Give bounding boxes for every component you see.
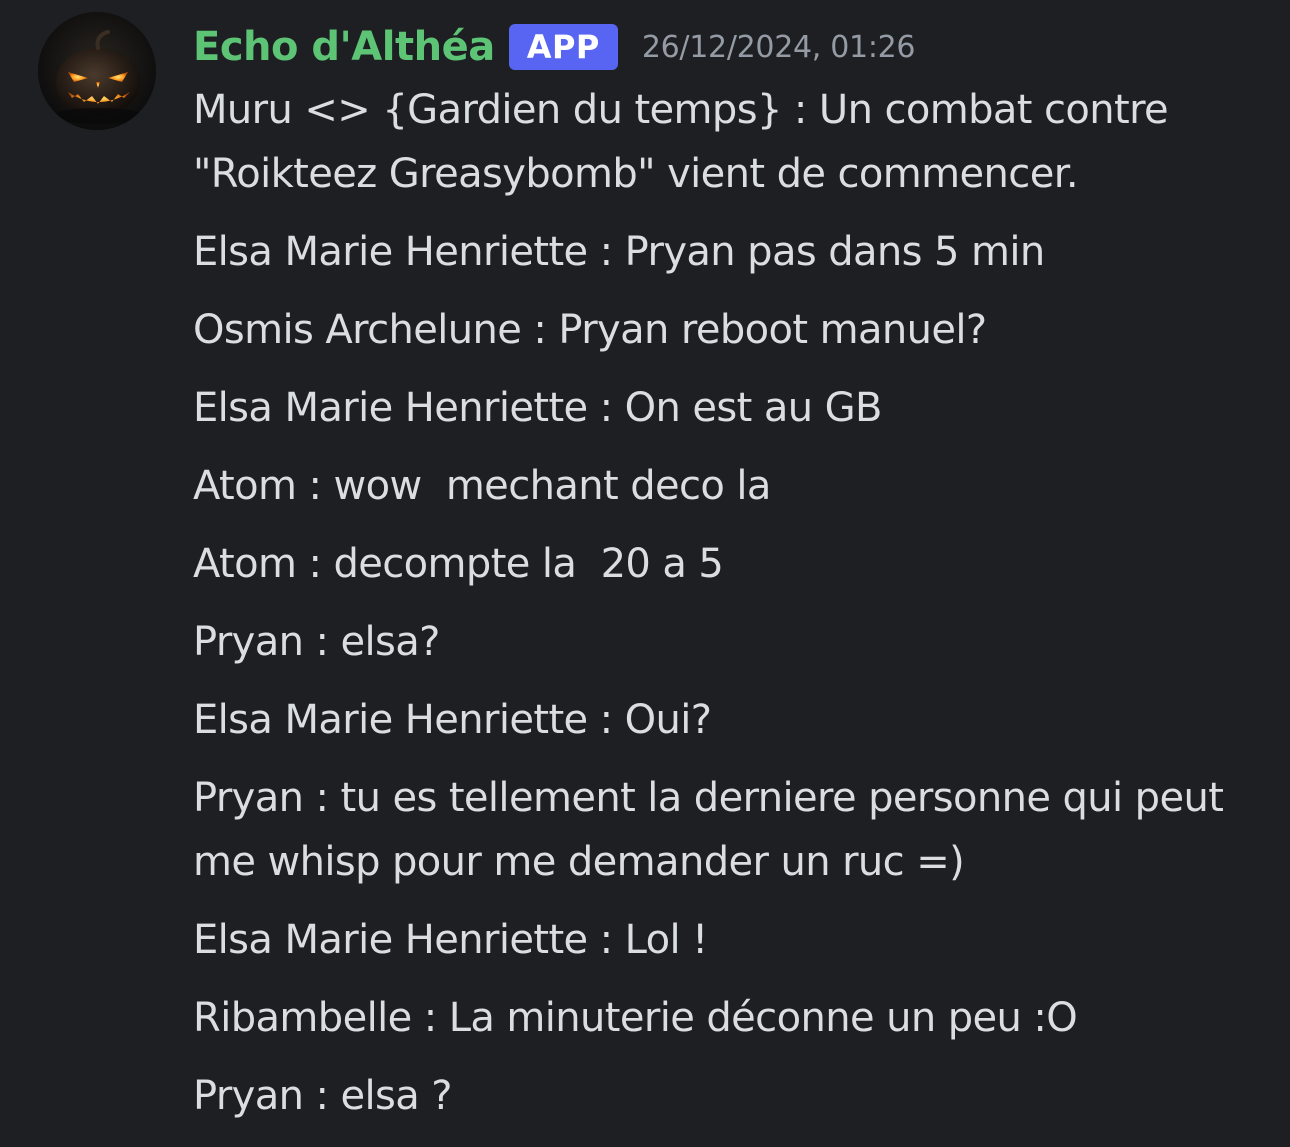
- chat-message: Echo d'Althéa APP 26/12/2024, 01:26 Muru…: [0, 0, 1290, 1147]
- message-line: Pryan : tu es tellement la derniere pers…: [193, 775, 1236, 885]
- message-line: Atom : wow mechant deco la: [193, 463, 771, 509]
- message-line: Muru <> {Gardien du temps} : Un combat c…: [193, 87, 1181, 197]
- message-header: Echo d'Althéa APP 26/12/2024, 01:26: [193, 18, 916, 76]
- message-line: Elsa Marie Henriette : Oui?: [193, 697, 712, 743]
- message-line: Elsa Marie Henriette : Lol !: [193, 917, 708, 963]
- message-line: Pryan : elsa?: [193, 619, 440, 665]
- message-line: Osmis Archelune : Pryan reboot manuel?: [193, 307, 987, 353]
- message-line: Ribambelle : La minuterie déconne un peu…: [193, 995, 1078, 1041]
- message-line: Elsa Marie Henriette : Pryan pas dans 5 …: [193, 229, 1045, 275]
- message-line: Pryan : elsa ?: [193, 1073, 453, 1119]
- message-content: Muru <> {Gardien du temps} : Un combat c…: [193, 78, 1253, 1142]
- message-line: Atom : decompte la 20 a 5: [193, 541, 724, 587]
- author-name[interactable]: Echo d'Althéa: [193, 24, 495, 70]
- message-line: Elsa Marie Henriette : On est au GB: [193, 385, 882, 431]
- message-timestamp[interactable]: 26/12/2024, 01:26: [642, 30, 916, 65]
- app-badge: APP: [508, 24, 618, 70]
- jack-o-lantern-icon[interactable]: [38, 12, 156, 130]
